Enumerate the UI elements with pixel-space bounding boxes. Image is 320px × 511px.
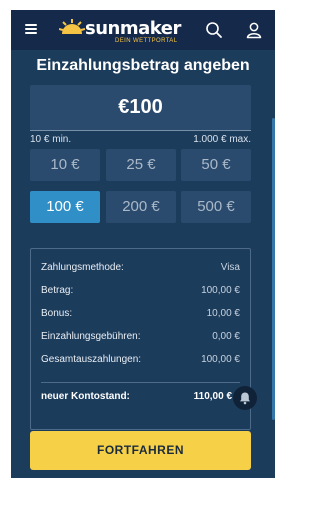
page-title: Einzahlungsbetrag angeben	[36, 57, 250, 74]
summary-row-new-balance: neuer Kontostand: 110,00 €	[41, 390, 240, 404]
logo-tagline: DEIN WETTPORTAL	[115, 38, 178, 44]
deposit-summary-panel: Zahlungsmethode: Visa Betrag: 100,00 € B…	[30, 248, 251, 430]
app-frame: sunmaker DEIN WETTPORTAL Einzahlungsbetr…	[11, 10, 275, 478]
summary-label: Betrag:	[41, 285, 74, 296]
deposit-amount-input[interactable]: €100	[30, 85, 251, 130]
summary-label: Bonus:	[41, 308, 73, 319]
summary-row-total-payouts: Gesamtauszahlungen: 100,00 €	[41, 353, 240, 367]
sun-logo-icon	[59, 19, 85, 34]
summary-value: 0,00 €	[212, 331, 240, 342]
new-balance-value: 110,00 €	[193, 391, 232, 402]
preset-amount-button[interactable]: 10 €	[30, 149, 100, 181]
summary-value: 100,00 €	[201, 285, 240, 296]
user-icon[interactable]	[245, 21, 263, 39]
summary-label: Einzahlungsgebühren:	[41, 331, 141, 342]
summary-row-fees: Einzahlungsgebühren: 0,00 €	[41, 330, 240, 344]
summary-row-payment-method: Zahlungsmethode: Visa	[41, 261, 240, 275]
summary-label: Zahlungsmethode:	[41, 262, 124, 273]
preset-amount-button[interactable]: 25 €	[106, 149, 176, 181]
summary-divider	[41, 382, 240, 383]
preset-amount-button[interactable]: 50 €	[181, 149, 251, 181]
hamburger-menu-icon[interactable]	[25, 24, 37, 34]
sunmaker-logo[interactable]: sunmaker DEIN WETTPORTAL	[59, 16, 183, 46]
preset-amount-button[interactable]: 500 €	[181, 191, 251, 223]
scrollbar[interactable]	[272, 118, 275, 420]
amount-limits: 10 € min. 1.000 € max.	[30, 130, 251, 145]
logo-wordmark: sunmaker	[85, 18, 181, 39]
summary-value: Visa	[220, 262, 240, 273]
preset-amount-button[interactable]: 200 €	[106, 191, 176, 223]
summary-value: 10,00 €	[206, 308, 240, 319]
summary-row-amount: Betrag: 100,00 €	[41, 284, 240, 298]
summary-value: 100,00 €	[201, 354, 240, 365]
new-balance-label: neuer Kontostand:	[41, 391, 130, 402]
notification-bell-icon[interactable]	[233, 386, 257, 410]
search-icon[interactable]	[205, 21, 223, 39]
top-navigation-bar: sunmaker DEIN WETTPORTAL	[11, 10, 275, 50]
max-amount-label: 1.000 € max.	[193, 134, 251, 145]
summary-label: Gesamtauszahlungen:	[41, 354, 142, 365]
min-amount-label: 10 € min.	[30, 134, 72, 145]
continue-button[interactable]: FORTFAHREN	[30, 431, 251, 470]
preset-amount-button-selected[interactable]: 100 €	[30, 191, 100, 223]
summary-row-bonus: Bonus: 10,00 €	[41, 307, 240, 321]
